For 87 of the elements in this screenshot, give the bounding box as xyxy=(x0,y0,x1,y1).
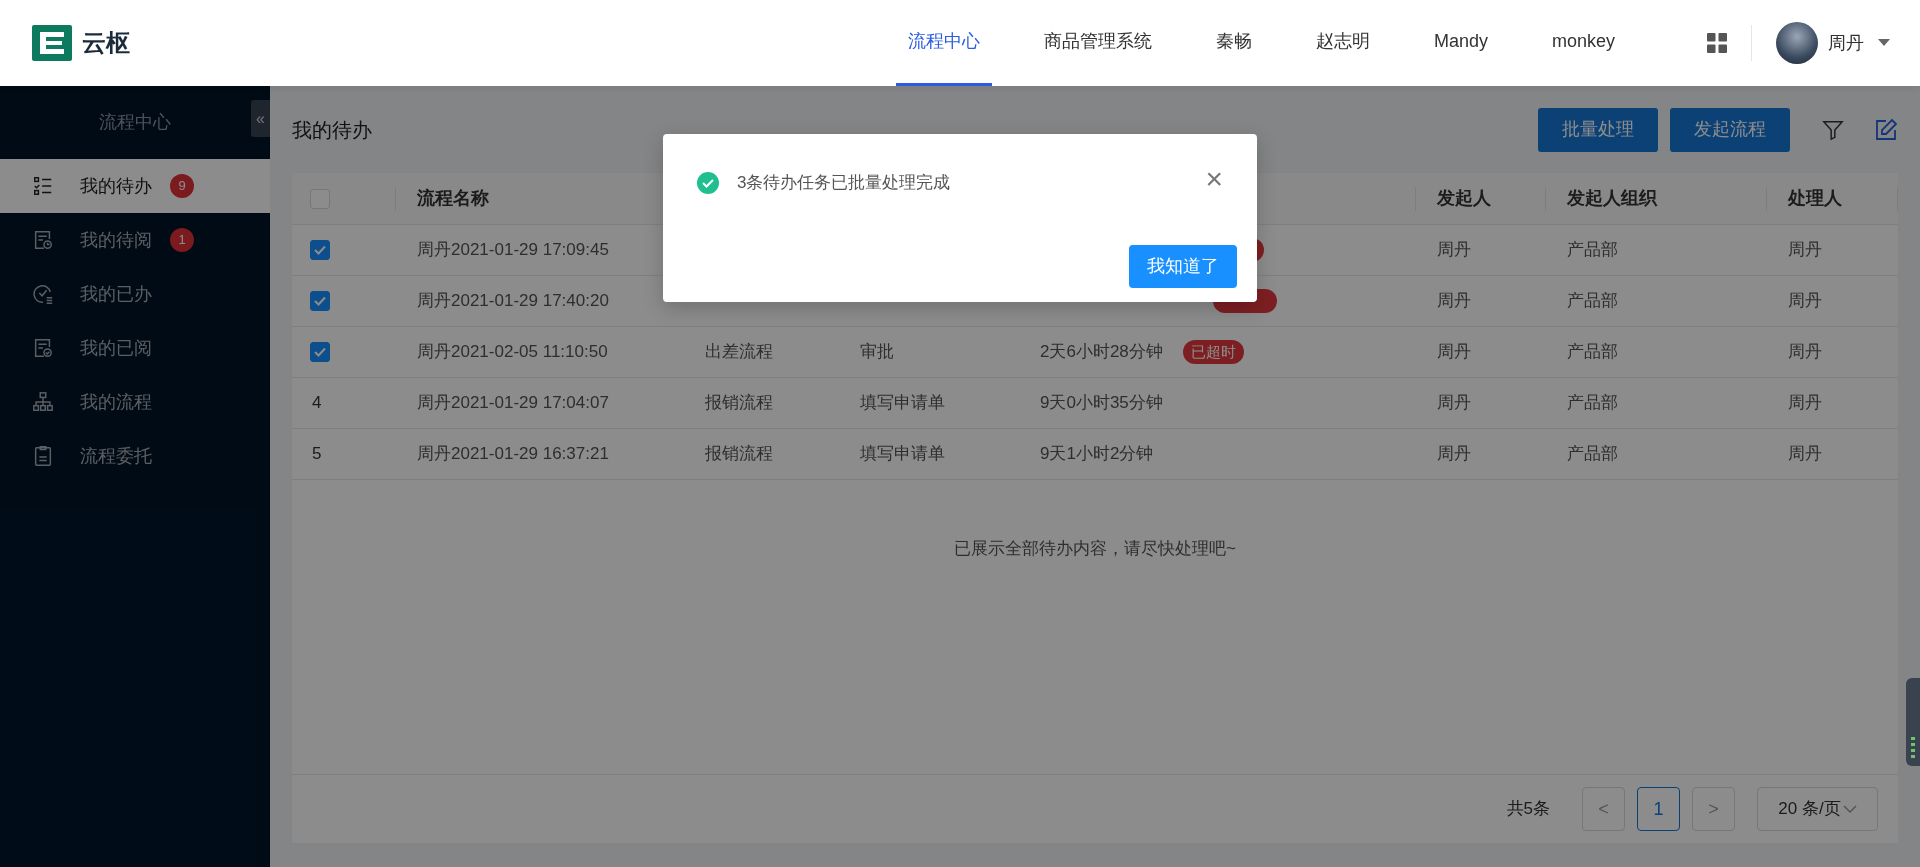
table-cell-text: 填写申请单 xyxy=(860,443,945,466)
table-cell-text: 产品部 xyxy=(1567,443,1618,466)
checkbox[interactable] xyxy=(310,342,330,362)
table-cell-text: 周丹 xyxy=(1437,341,1471,364)
nav-tab[interactable]: Mandy xyxy=(1421,0,1500,86)
sidebar-item[interactable]: 我的已阅 xyxy=(0,321,270,375)
table-cell-text: 报销流程 xyxy=(705,392,773,415)
table-cell-text: 产品部 xyxy=(1567,239,1618,262)
checkbox[interactable] xyxy=(310,240,330,260)
table-cell-text: 产品部 xyxy=(1567,290,1618,313)
hierarchy-icon xyxy=(32,391,54,413)
success-icon xyxy=(697,171,719,194)
column-header: 处理人 xyxy=(1788,187,1842,210)
checkmark-icon xyxy=(314,347,326,357)
page-size-select[interactable]: 20 条/页 xyxy=(1757,787,1878,831)
next-page-button[interactable]: > xyxy=(1692,787,1735,831)
table-cell-text: 周丹 xyxy=(1788,392,1822,415)
filter-icon[interactable] xyxy=(1822,118,1844,141)
checkmark-icon xyxy=(314,296,326,306)
close-button[interactable]: × xyxy=(1205,163,1223,194)
table-cell-text: 填写申请单 xyxy=(860,392,945,415)
table-cell-text: 周丹 xyxy=(1437,392,1471,415)
overdue-badge: 已超时 xyxy=(1182,340,1244,364)
apps-grid-icon[interactable] xyxy=(1707,33,1727,53)
table-cell-text: 产品部 xyxy=(1567,341,1618,364)
nav-tab[interactable]: 秦畅 xyxy=(1203,0,1264,86)
sidebar-item[interactable]: 我的待办 9 xyxy=(0,159,270,213)
checklist-icon xyxy=(32,175,54,197)
table-cell-text: 周丹 xyxy=(1788,239,1822,262)
nav-tab[interactable]: 流程中心 xyxy=(895,0,992,86)
sidebar-item[interactable]: 我的流程 xyxy=(0,375,270,429)
table-cell-text: 9天0小时35分钟 xyxy=(1040,392,1163,415)
table-cell-text: 2天6小时28分钟 xyxy=(1040,341,1163,364)
prev-page-button[interactable]: < xyxy=(1582,787,1625,831)
page-button[interactable]: 1 xyxy=(1637,787,1680,831)
sidebar-title: 流程中心 xyxy=(99,111,171,134)
user-name[interactable]: 周丹 xyxy=(1828,29,1864,57)
nav-tab[interactable]: 赵志明 xyxy=(1303,0,1382,86)
primary-button[interactable]: 批量处理 xyxy=(1538,107,1658,152)
table-cell-text: 周丹2021-01-29 17:04:07 xyxy=(417,392,609,415)
page-title: 我的待办 xyxy=(292,117,372,143)
table-cell-text: 周丹 xyxy=(1788,443,1822,466)
sidebar-item[interactable]: 我的待阅 1 xyxy=(0,213,270,267)
sidebar-item[interactable]: 我的已办 xyxy=(0,267,270,321)
clock-check-icon xyxy=(32,283,54,305)
table-cell-text: 产品部 xyxy=(1567,392,1618,415)
table-cell-text: 审批 xyxy=(860,341,894,364)
primary-button[interactable]: 发起流程 xyxy=(1670,107,1790,152)
column-header: 发起人 xyxy=(1437,187,1491,210)
confirm-button[interactable]: 我知道了 xyxy=(1129,245,1237,288)
logo-icon xyxy=(32,25,72,61)
table-cell-text: 周丹 xyxy=(1788,341,1822,364)
total-count: 共5条 xyxy=(1506,798,1550,821)
table-cell-text: 周丹2021-02-05 11:10:50 xyxy=(417,341,608,364)
empty-note: 已展示全部待办内容，请尽快处理吧~ xyxy=(954,538,1236,560)
table-cell-text: 周丹2021-01-29 17:40:20 xyxy=(417,290,609,313)
document-check-icon xyxy=(32,337,54,359)
collapse-button[interactable]: « xyxy=(251,100,270,137)
count-badge: 9 xyxy=(170,174,194,198)
chevron-down-icon xyxy=(1842,804,1857,814)
document-clock-icon xyxy=(32,229,54,251)
checkbox[interactable] xyxy=(310,291,330,311)
row-number: 4 xyxy=(311,392,322,415)
table-cell-text: 周丹2021-01-29 16:37:21 xyxy=(417,443,609,466)
table-cell-text: 报销流程 xyxy=(705,443,773,466)
table-cell-text: 周丹 xyxy=(1788,290,1822,313)
table-cell-text: 周丹 xyxy=(1437,239,1471,262)
row-number: 5 xyxy=(311,443,322,466)
nav-tab[interactable]: monkey xyxy=(1539,0,1627,86)
checkmark-icon xyxy=(314,245,326,255)
table-cell-text: 9天1小时2分钟 xyxy=(1040,443,1154,466)
dialog-message: 3条待办任务已批量处理完成 xyxy=(737,172,951,194)
sidebar-item[interactable]: 流程委托 xyxy=(0,429,270,483)
caret-icon[interactable] xyxy=(1878,39,1890,47)
avatar[interactable] xyxy=(1776,22,1818,64)
side-widget[interactable] xyxy=(1906,678,1920,766)
count-badge: 1 xyxy=(170,228,194,252)
nav-tab[interactable]: 商品管理系统 xyxy=(1031,0,1164,86)
column-header: 发起人组织 xyxy=(1567,187,1657,210)
edit-icon[interactable] xyxy=(1874,117,1898,142)
table-cell-text: 出差流程 xyxy=(705,341,773,364)
table-cell-text: 周丹2021-01-29 17:09:45 xyxy=(417,239,609,262)
table-cell-text: 周丹 xyxy=(1437,443,1471,466)
clipboard-icon xyxy=(32,445,54,467)
column-header: 流程名称 xyxy=(417,187,489,210)
logo-text: 云枢 xyxy=(82,28,130,58)
table-cell-text: 周丹 xyxy=(1437,290,1471,313)
